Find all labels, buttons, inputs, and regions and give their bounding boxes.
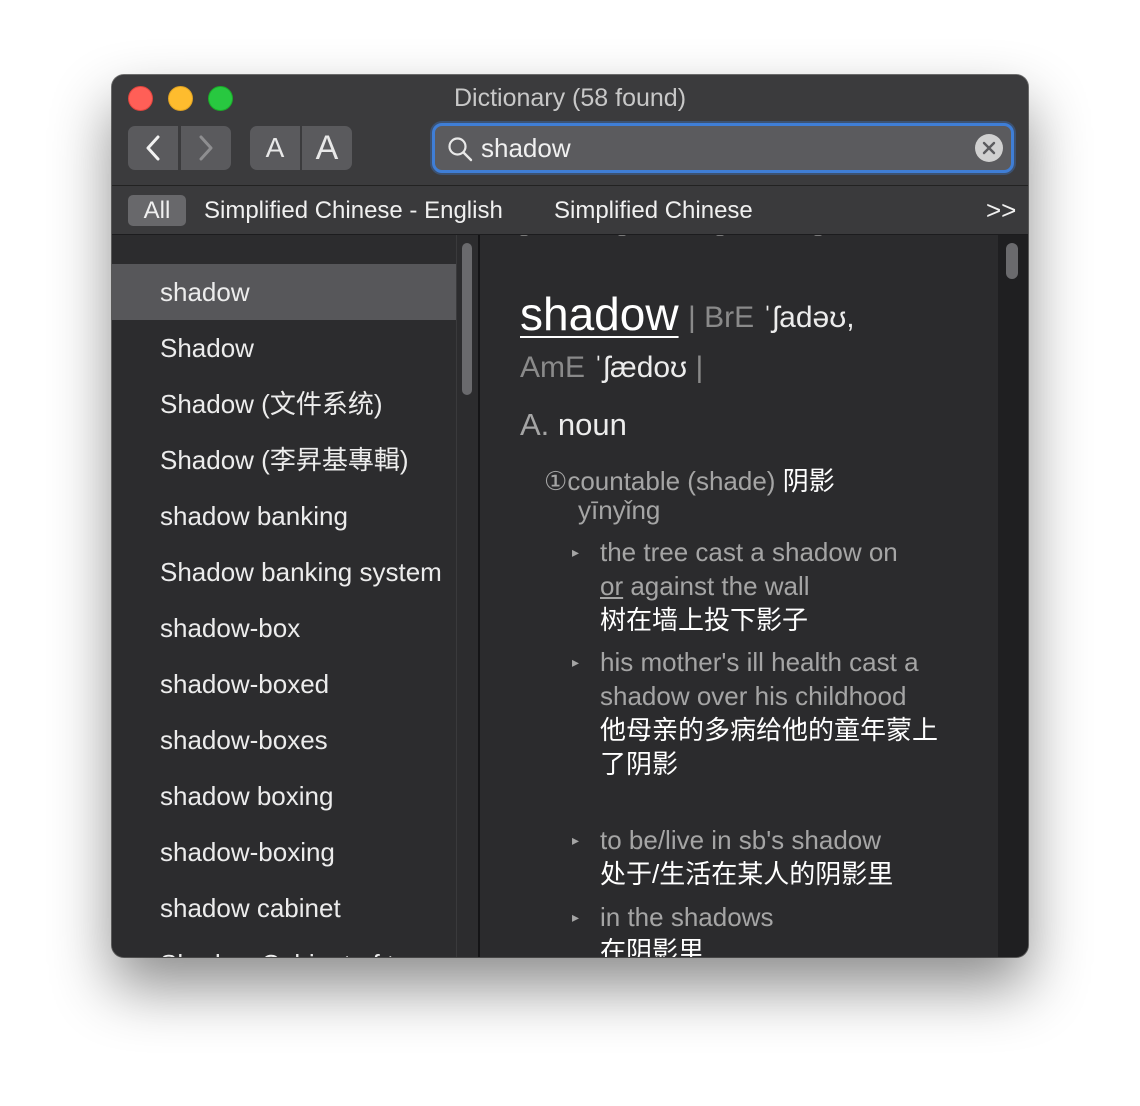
example-en: the tree cast a shadow on or against the …	[572, 535, 942, 603]
example-zh: 树在墙上投下影子	[600, 605, 809, 635]
clipped-previous-text	[520, 235, 960, 237]
list-item[interactable]: shadow-boxed	[112, 656, 456, 712]
scope-simplified-chinese[interactable]: Simplified Chinese	[554, 195, 753, 226]
part-of-speech: A. noun	[520, 407, 627, 443]
search-icon	[448, 137, 473, 162]
list-item[interactable]: shadow cabinet	[112, 880, 456, 936]
list-item[interactable]: shadow boxing	[112, 768, 456, 824]
pron-separator: |	[688, 301, 696, 334]
triangle-bullet-icon: ▸	[572, 832, 580, 848]
example-zh: 他母亲的多病给他的童年蒙上了阴影	[600, 715, 939, 779]
sense-heading: ①countable (shade) 阴影	[544, 461, 835, 498]
list-item[interactable]: Shadow banking system	[112, 544, 456, 600]
cross-reference-link[interactable]: or	[600, 571, 623, 601]
example-en: to be/live in sb's shadow	[600, 825, 882, 855]
triangle-bullet-icon: ▸	[572, 909, 580, 925]
results-list: shadow Shadow Shadow (文件系统) Shadow (李昇基專…	[112, 235, 478, 957]
sense-translation: 阴影	[782, 466, 835, 496]
definition-pane: shadow | BrE ˈʃadəʊ, AmE ˈʃædoʊ | A. nou…	[480, 235, 1028, 957]
dictionary-scope-bar: All Simplified Chinese - English Simplif…	[112, 185, 1028, 235]
example-zh: 在阴影里	[600, 936, 705, 957]
clear-icon	[982, 141, 996, 155]
definition-scrollbar-thumb[interactable]	[1006, 243, 1018, 279]
bre-ipa: ˈʃadəʊ,	[762, 301, 855, 334]
scope-simplified-chinese-english[interactable]: Simplified Chinese - English	[204, 195, 503, 226]
sense-pinyin: yīnyǐng	[578, 495, 661, 525]
font-smaller-button[interactable]: A	[250, 126, 300, 170]
example: ▸ in the shadows 在阴影里	[572, 900, 942, 957]
navigation-buttons	[128, 126, 231, 170]
pron-separator: |	[695, 351, 704, 384]
example-en-part: against the wall	[623, 571, 810, 601]
more-scopes-button[interactable]: >>	[986, 195, 1016, 226]
ame-ipa: ˈʃædoʊ	[593, 351, 688, 384]
example-zh: 处于/生活在某人的阴影里	[600, 859, 894, 889]
list-item[interactable]: Shadow (李昇基專輯)	[112, 432, 456, 488]
list-item[interactable]: shadow banking	[112, 488, 456, 544]
scope-all[interactable]: All	[128, 195, 186, 226]
example: ▸ the tree cast a shadow on or against th…	[572, 535, 942, 637]
list-item[interactable]: shadow	[112, 264, 456, 320]
search-field[interactable]	[432, 123, 1014, 173]
list-item[interactable]: Shadow	[112, 320, 456, 376]
example-en: in the shadows	[600, 902, 774, 932]
sense-number: ①	[544, 466, 568, 496]
chevron-left-icon	[146, 135, 160, 161]
triangle-bullet-icon: ▸	[572, 654, 580, 670]
list-item[interactable]: shadow-boxing	[112, 824, 456, 880]
definition-content: shadow | BrE ˈʃadəʊ, AmE ˈʃædoʊ | A. nou…	[480, 235, 998, 957]
clear-search-button[interactable]	[975, 134, 1003, 162]
example-en-part: the tree cast a shadow on	[600, 537, 898, 567]
title-bar: Dictionary (58 found) A A	[112, 75, 1028, 185]
list-item[interactable]: Shadow Cabinet of t	[112, 936, 456, 957]
dictionary-window: Dictionary (58 found) A A shadow All Sim…	[112, 75, 1028, 957]
pos-letter: A.	[520, 407, 550, 442]
pronunciation-bre: | BrE ˈʃadəʊ,	[688, 301, 855, 335]
triangle-bullet-icon: ▸	[572, 544, 580, 560]
font-larger-button[interactable]: A	[302, 126, 352, 170]
pos-label: noun	[557, 407, 627, 442]
results-scrollbar-thumb[interactable]	[462, 243, 472, 395]
font-size-buttons: A A	[250, 126, 352, 170]
window-title: Dictionary (58 found)	[453, 84, 687, 112]
ame-label: AmE	[520, 351, 586, 384]
search-input[interactable]	[481, 132, 961, 164]
list-item[interactable]: Shadow (文件系统)	[112, 376, 456, 432]
headword: shadow	[520, 288, 679, 340]
forward-button[interactable]	[181, 126, 231, 170]
example: ▸ his mother's ill health cast a shadow …	[572, 645, 942, 781]
example-en: his mother's ill health cast a shadow ov…	[600, 647, 919, 711]
chevron-right-icon	[199, 135, 213, 161]
back-button[interactable]	[128, 126, 178, 170]
sense-label: countable (shade)	[567, 466, 776, 496]
list-item[interactable]: shadow-box	[112, 600, 456, 656]
pronunciation-ame: AmE ˈʃædoʊ |	[520, 351, 703, 385]
example: ▸ to be/live in sb's shadow 处于/生活在某人的阴影里	[572, 823, 942, 891]
list-item[interactable]: shadow-boxes	[112, 712, 456, 768]
bre-label: BrE	[704, 301, 755, 334]
